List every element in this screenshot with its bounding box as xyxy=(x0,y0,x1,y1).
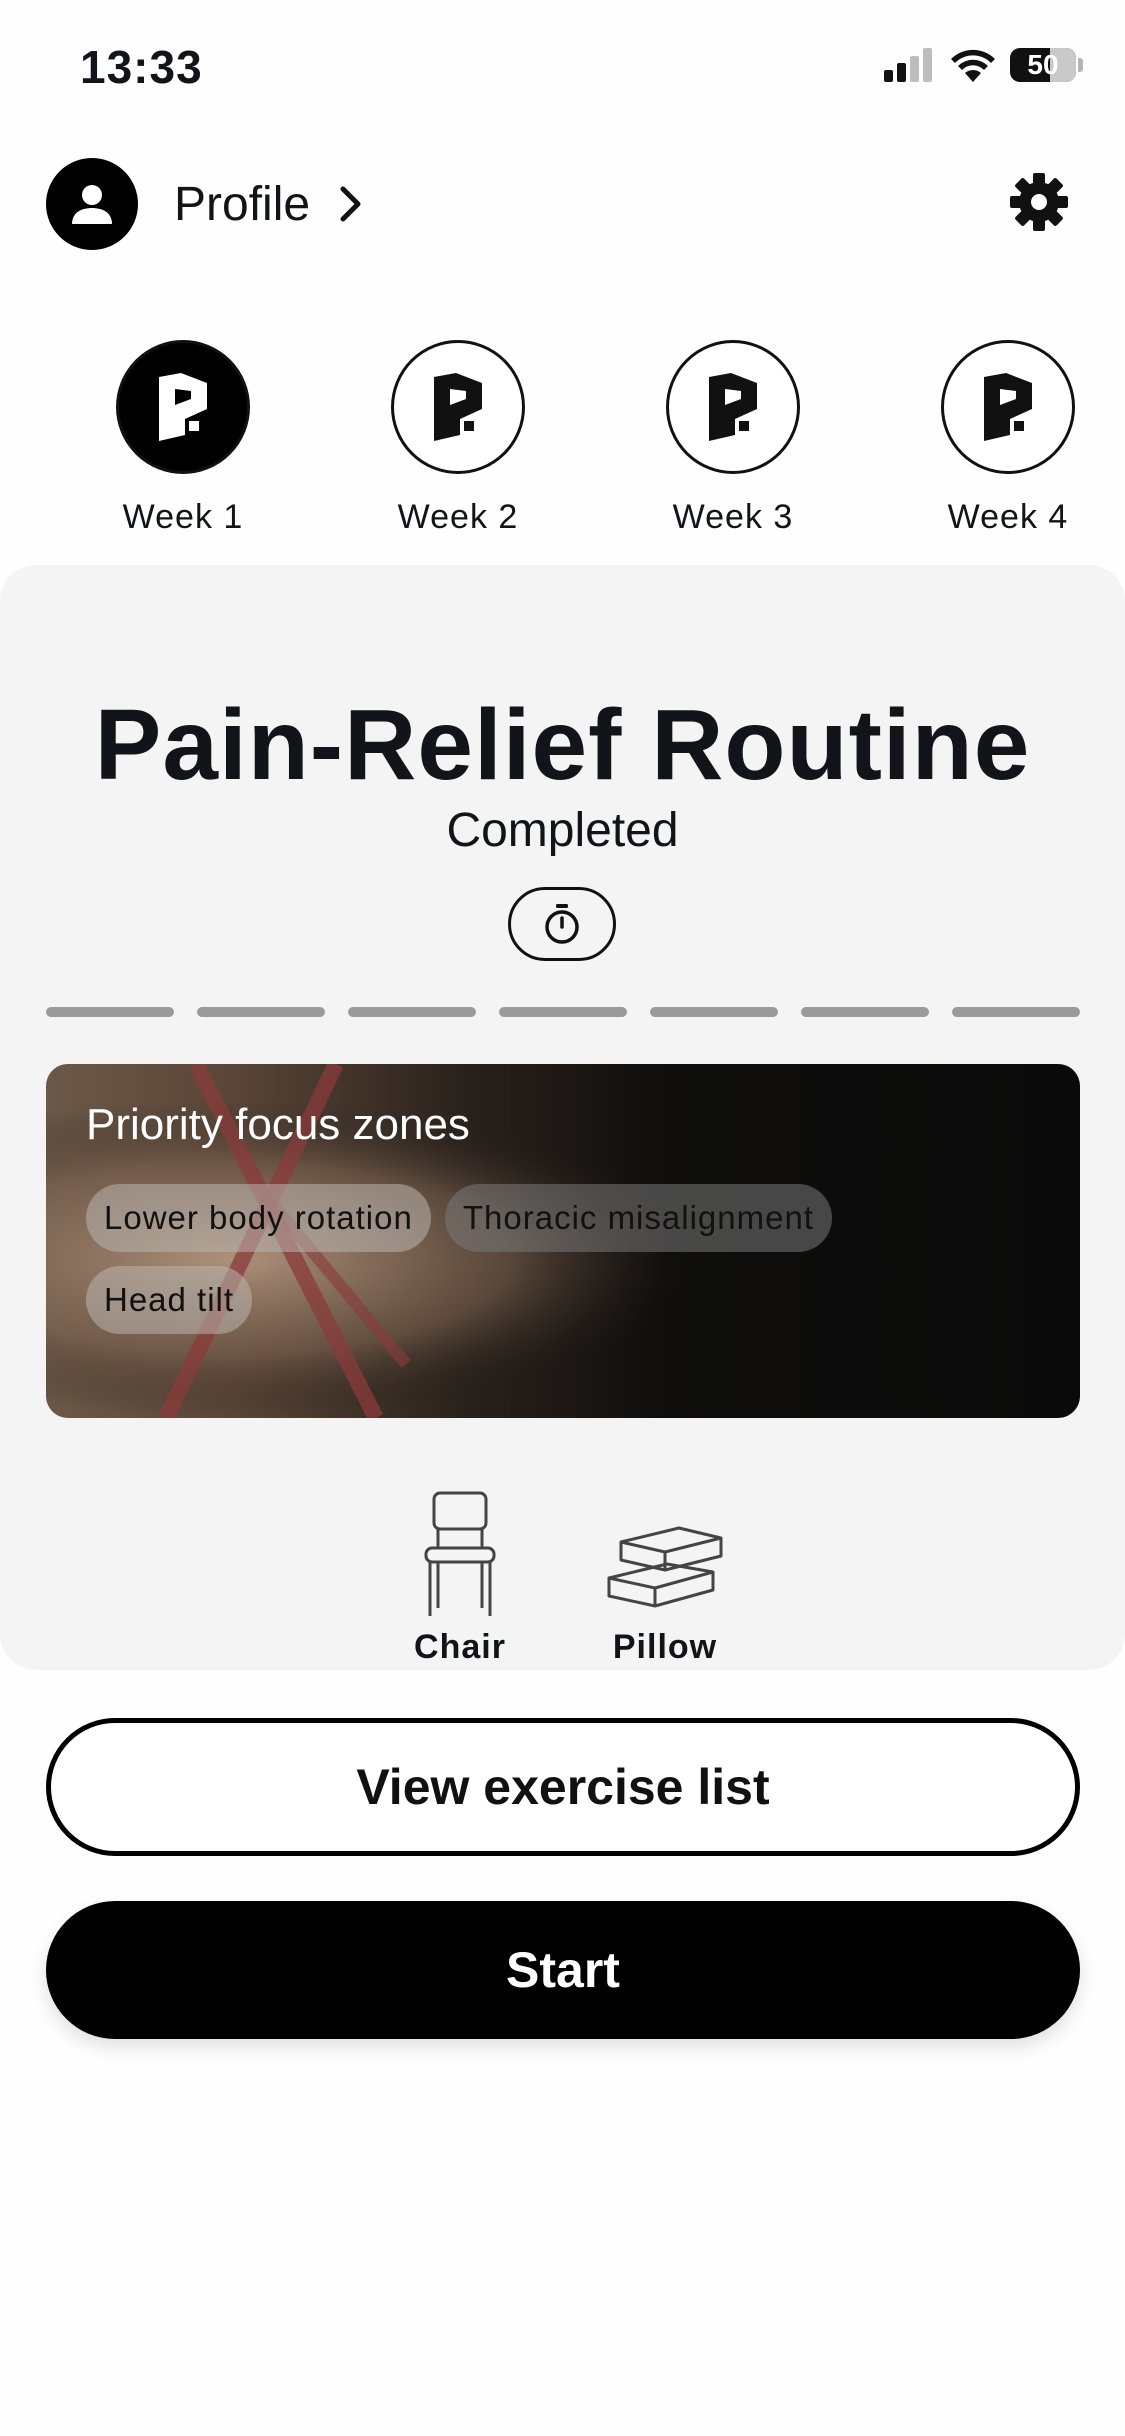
equipment-chair: Chair xyxy=(360,1490,560,1667)
stopwatch-icon xyxy=(545,904,579,944)
focus-chip: Thoracic misalignment xyxy=(444,1184,832,1252)
battery-level: 50 xyxy=(1027,49,1059,80)
week-2-circle[interactable] xyxy=(391,340,525,474)
progress-segment xyxy=(952,1007,1080,1017)
duration-pill[interactable] xyxy=(508,887,616,961)
routine-logo-icon xyxy=(709,373,757,441)
equipment-label: Pillow xyxy=(612,1628,718,1666)
progress-segment xyxy=(197,1007,325,1017)
routine-logo-icon xyxy=(984,373,1032,441)
focus-chip: Head tilt xyxy=(86,1266,253,1334)
routine-logo-icon xyxy=(159,373,207,441)
focus-chip: Lower body rotation xyxy=(86,1184,431,1252)
progress-segments xyxy=(46,1007,1080,1017)
battery-nub xyxy=(1078,58,1083,72)
week-1-button[interactable]: Week 1 xyxy=(83,340,283,537)
pillow-icon xyxy=(607,1526,723,1608)
chair-icon xyxy=(424,1491,496,1616)
week-2-label: Week 2 xyxy=(397,498,519,536)
progress-segment xyxy=(46,1007,174,1017)
week-1-label: Week 1 xyxy=(122,498,244,536)
week-1-circle[interactable] xyxy=(116,340,250,474)
status-time: 13:33 xyxy=(80,41,203,93)
focus-title: Priority focus zones xyxy=(86,1100,470,1149)
battery-icon: 50 xyxy=(1010,48,1076,82)
routine-status: Completed xyxy=(446,804,679,857)
week-4-label: Week 4 xyxy=(947,498,1069,536)
progress-segment xyxy=(348,1007,476,1017)
start-button[interactable]: Start xyxy=(46,1901,1080,2039)
profile-label: Profile xyxy=(174,177,311,231)
progress-segment xyxy=(499,1007,627,1017)
settings-gear-icon[interactable] xyxy=(1009,172,1069,232)
progress-segment xyxy=(801,1007,929,1017)
avatar[interactable] xyxy=(46,158,138,250)
routine-title: Pain-Relief Routine xyxy=(94,689,1031,801)
signal-icon xyxy=(884,48,932,82)
person-icon xyxy=(72,185,112,224)
equipment-pillow: Pillow xyxy=(565,1490,765,1667)
status-indicators: 50 xyxy=(884,48,1083,82)
focus-zones-card[interactable]: Priority focus zones Lower body rotation… xyxy=(46,1064,1080,1418)
progress-segment xyxy=(650,1007,778,1017)
chevron-right-icon xyxy=(340,186,361,222)
week-4-button[interactable]: Week 4 xyxy=(908,340,1108,537)
focus-chips: Lower body rotation Thoracic misalignmen… xyxy=(86,1184,986,1334)
week-2-button[interactable]: Week 2 xyxy=(358,340,558,537)
week-4-circle[interactable] xyxy=(941,340,1075,474)
view-exercise-list-button[interactable]: View exercise list xyxy=(46,1718,1080,1856)
routine-logo-icon xyxy=(434,373,482,441)
equipment-label: Chair xyxy=(414,1628,506,1666)
wifi-icon xyxy=(951,49,995,82)
profile-link[interactable]: Profile xyxy=(46,158,362,250)
week-3-button[interactable]: Week 3 xyxy=(633,340,833,537)
week-3-label: Week 3 xyxy=(672,498,794,536)
week-3-circle[interactable] xyxy=(666,340,800,474)
